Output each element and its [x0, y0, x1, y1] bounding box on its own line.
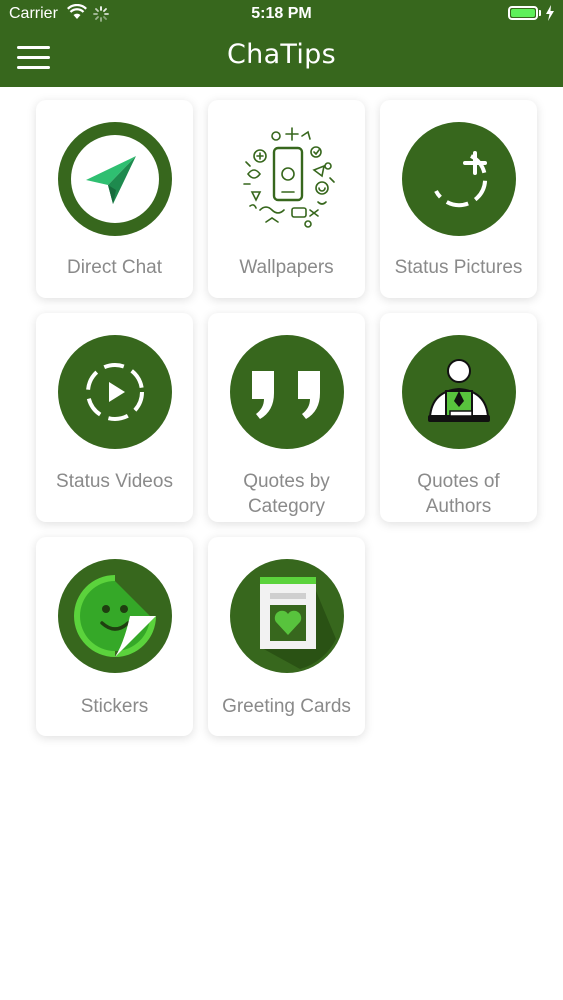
tile-label: Status Videos: [56, 471, 173, 492]
tile-label-line: Quotes by: [243, 471, 330, 492]
tile-label-line: Authors: [425, 496, 492, 517]
status-add-icon: [402, 122, 516, 236]
tile-label: Stickers: [80, 696, 149, 717]
author-icon: [402, 335, 516, 449]
sticker-smiley-icon: [58, 559, 172, 673]
tile-label: Greeting Cards: [222, 696, 351, 717]
tile-label: Status Pictures: [394, 257, 523, 278]
tile-label-line: Category: [247, 496, 326, 517]
greeting-card-icon: [230, 559, 344, 673]
paper-plane-icon: [58, 122, 172, 236]
quote-marks-icon: [230, 335, 344, 449]
tile-stickers[interactable]: Stickers: [36, 537, 193, 736]
battery-icon: [508, 6, 538, 20]
status-play-icon: [58, 335, 172, 449]
status-bar: Carrier 5:18 PM: [0, 0, 563, 28]
tile-quotes-of-authors[interactable]: Quotes of Authors: [380, 313, 537, 522]
tile-label: Quotes of Authors: [384, 469, 533, 519]
tile-label-line: Quotes of: [417, 471, 500, 492]
tile-label: Direct Chat: [66, 257, 163, 278]
app-header: Carrier 5:18 PM ChaTips: [0, 0, 563, 87]
tile-quotes-by-category[interactable]: Quotes by Category: [208, 313, 365, 522]
tile-status-pictures[interactable]: Status Pictures: [380, 100, 537, 298]
battery-tip: [539, 10, 541, 16]
status-time: 5:18 PM: [251, 5, 312, 22]
tile-greeting-cards[interactable]: Greeting Cards: [208, 537, 365, 736]
tile-label: Wallpapers: [239, 257, 334, 278]
tile-label: Quotes by Category: [212, 469, 361, 519]
charging-bolt-icon: [546, 5, 554, 21]
wallpaper-doodle-icon: [230, 122, 344, 236]
page-title: ChaTips: [227, 39, 336, 70]
tile-wallpapers[interactable]: Wallpapers: [208, 100, 365, 298]
tile-direct-chat[interactable]: Direct Chat: [36, 100, 193, 298]
tile-status-videos[interactable]: Status Videos: [36, 313, 193, 522]
